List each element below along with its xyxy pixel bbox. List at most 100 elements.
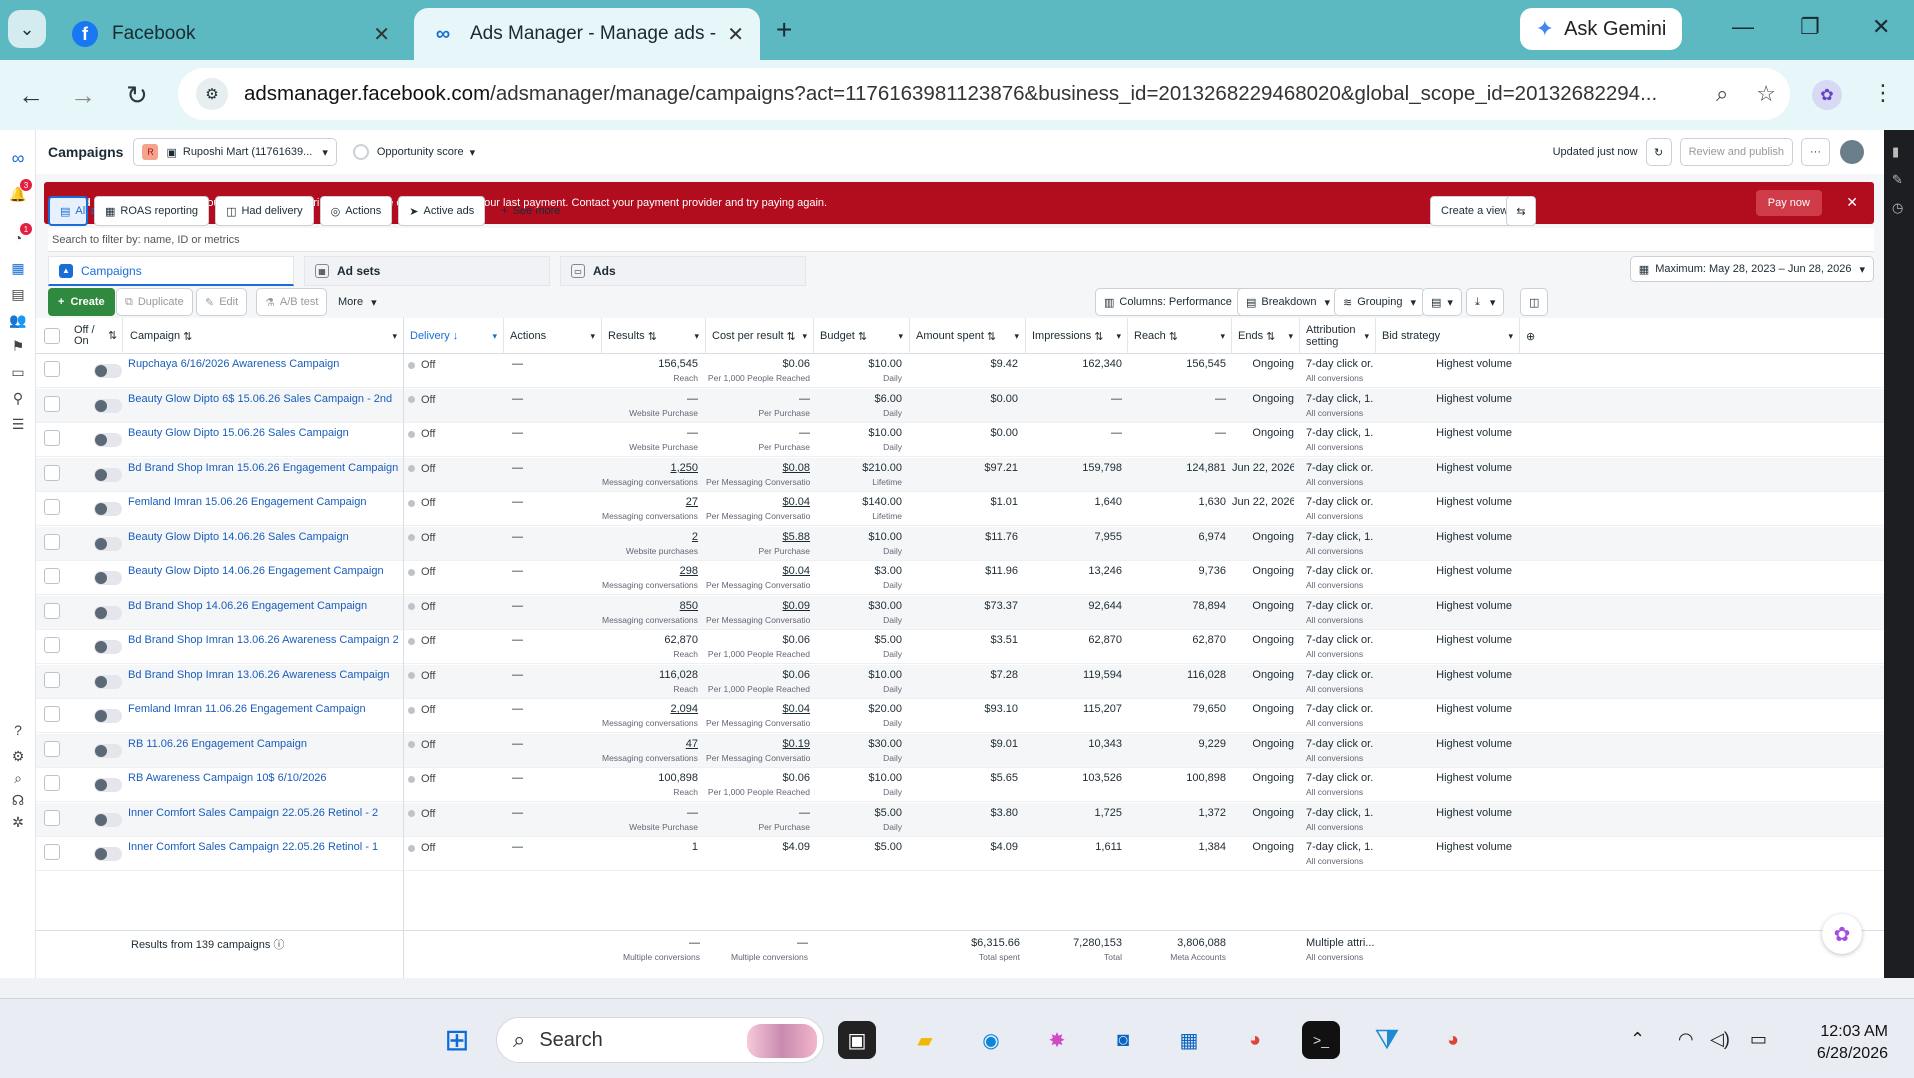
table-row[interactable]: Bd Brand Shop Imran 13.06.26 Awareness C… [36, 664, 1884, 699]
campaign-name[interactable]: Inner Comfort Sales Campaign 22.05.26 Re… [128, 807, 398, 820]
table-row[interactable]: Beauty Glow Dipto 14.06.26 Engagement Ca… [36, 561, 1884, 595]
table-row[interactable]: RB 11.06.26 Engagement Campaign Off — 47 Mes… [36, 733, 1884, 768]
column-amount-spent[interactable]: Amount spent ⇅ ▾ [910, 318, 1026, 354]
row-checkbox[interactable] [44, 430, 60, 446]
results-value[interactable]: 2 [692, 531, 698, 543]
campaign-toggle[interactable] [94, 743, 122, 758]
table-row[interactable]: Bd Brand Shop Imran 13.06.26 Awareness C… [36, 630, 1884, 664]
more-button[interactable]: More ▾ [330, 288, 385, 316]
column-impressions[interactable]: Impressions ⇅ ▾ [1026, 318, 1128, 354]
restore-icon[interactable]: ❐ [1800, 14, 1820, 40]
url-text[interactable]: adsmanager.facebook.com/adsmanager/manag… [244, 82, 1702, 106]
campaign-name[interactable]: Beauty Glow Dipto 6$ 15.06.26 Sales Camp… [128, 393, 398, 406]
table-row[interactable]: Bd Brand Shop Imran 15.06.26 Engagement … [36, 457, 1884, 492]
taskbar-clock[interactable]: 12:03 AM 6/28/2026 [1817, 1021, 1888, 1065]
column-ends[interactable]: Ends ⇅ ▾ [1232, 318, 1300, 354]
results-value[interactable]: 298 [680, 565, 698, 577]
edge-icon[interactable]: ◉ [972, 1021, 1010, 1059]
pay-now-button[interactable]: Pay now [1755, 190, 1822, 216]
row-checkbox[interactable] [44, 533, 60, 550]
campaign-toggle[interactable] [94, 364, 122, 378]
budget-cell[interactable]: $20.00 Daily [814, 703, 902, 730]
audiences-icon[interactable]: 👥 [8, 310, 28, 330]
campaign-toggle[interactable] [94, 536, 122, 551]
table-row[interactable]: Beauty Glow Dipto 6$ 15.06.26 Sales Camp… [36, 388, 1884, 423]
bug-report-icon[interactable]: ✲ [8, 812, 28, 832]
row-checkbox[interactable] [44, 740, 60, 757]
chrome-profile-icon[interactable]: ◕ [1434, 1021, 1472, 1059]
filter-actions[interactable]: ◎ Actions [319, 196, 393, 226]
column-bid-strategy[interactable]: Bid strategy ▾ [1376, 318, 1520, 354]
table-row[interactable]: Inner Comfort Sales Campaign 22.05.26 Re… [36, 802, 1884, 837]
ads-manager-icon[interactable]: ▦ [8, 258, 28, 278]
row-checkbox[interactable] [44, 844, 60, 860]
results-value[interactable]: 47 [686, 738, 698, 750]
volume-icon[interactable]: ◁) [1710, 1029, 1730, 1050]
campaign-toggle[interactable] [94, 847, 122, 861]
results-value[interactable]: 1,250 [670, 462, 698, 474]
budget-cell[interactable]: $10.00 Daily [814, 531, 902, 558]
table-row[interactable]: RB Awareness Campaign 10$ 6/10/2026 Off — 1… [36, 768, 1884, 802]
cpr-value[interactable]: $4.09 [782, 841, 810, 853]
battery-icon[interactable]: ▭ [1750, 1029, 1767, 1050]
create-button[interactable]: + Create [48, 288, 115, 316]
cpr-value[interactable]: $0.06 [782, 634, 810, 646]
column-off-on[interactable]: Off / On ⇅ [68, 318, 123, 354]
results-value[interactable]: 156,545 [658, 358, 698, 370]
notifications-icon[interactable]: 🔔 3 [8, 179, 32, 204]
campaign-name[interactable]: Rupchaya 6/16/2026 Awareness Campaign [128, 358, 398, 371]
select-all-checkbox[interactable] [44, 328, 60, 344]
campaign-name[interactable]: Bd Brand Shop Imran 13.06.26 Awareness C… [128, 634, 398, 647]
browser-tab-ads-manager[interactable]: ∞ Ads Manager - Manage ads - C ✕ [414, 8, 760, 60]
more-options-button[interactable]: ··· [1801, 138, 1830, 166]
all-tools-icon[interactable]: ☰ [8, 414, 28, 434]
campaign-toggle[interactable] [94, 778, 122, 792]
breakdown-button[interactable]: ▤ Breakdown ▾ [1237, 288, 1339, 316]
avatar[interactable] [1840, 140, 1864, 164]
terminal-icon[interactable]: >_ [1302, 1021, 1340, 1059]
campaign-name[interactable]: Bd Brand Shop Imran 13.06.26 Awareness C… [128, 669, 398, 682]
campaign-name[interactable]: Femland Imran 15.06.26 Engagement Campai… [128, 496, 398, 509]
copilot-icon[interactable]: ✸ [1038, 1021, 1076, 1059]
search-icon[interactable]: ⌕ [8, 768, 28, 788]
table-row[interactable]: Bd Brand Shop 14.06.26 Engagement Campai… [36, 595, 1884, 630]
tray-chevron-up-icon[interactable]: ⌃ [1630, 1029, 1645, 1050]
table-row[interactable]: Femland Imran 15.06.26 Engagement Campai… [36, 492, 1884, 526]
store-icon[interactable]: ▦ [1170, 1021, 1208, 1059]
vscode-icon[interactable]: ⧩ [1368, 1021, 1406, 1059]
account-selector[interactable]: R ▣ Ruposhi Mart (11761639... ▾ [133, 138, 337, 166]
table-row[interactable]: Rupchaya 6/16/2026 Awareness Campaign Off… [36, 354, 1884, 388]
browser-menu-icon[interactable]: ⋮ [1872, 80, 1894, 106]
results-value[interactable]: — [687, 393, 698, 405]
campaign-toggle[interactable] [94, 709, 122, 723]
campaign-toggle[interactable] [94, 502, 122, 516]
meta-logo-icon[interactable]: ∞ [8, 148, 28, 168]
budget-cell[interactable]: $10.00 Daily [814, 427, 902, 454]
address-bar[interactable]: ⚙ adsmanager.facebook.com/adsmanager/man… [178, 68, 1790, 120]
results-value[interactable]: 100,898 [658, 772, 698, 784]
budget-cell[interactable]: $140.00 Lifetime [814, 496, 902, 523]
business-icon[interactable]: ⚲ [8, 388, 28, 408]
export-button[interactable]: ⤓ ▾ [1466, 288, 1505, 316]
columns-button[interactable]: ▥Columns: Performance▾ [1095, 288, 1255, 316]
row-checkbox[interactable] [44, 361, 60, 377]
column-reach[interactable]: Reach ⇅ ▾ [1128, 318, 1232, 354]
windows-start-icon[interactable]: ⊞ [438, 1021, 476, 1059]
budget-cell[interactable]: $210.00 Lifetime [814, 462, 902, 489]
column-actions[interactable]: Actions ▾ [504, 318, 602, 354]
campaign-toggle[interactable] [94, 674, 122, 689]
row-checkbox[interactable] [44, 602, 60, 619]
budget-cell[interactable]: $10.00 Daily [814, 358, 902, 385]
assistant-fab-icon[interactable]: ✿ [1822, 914, 1862, 954]
column-campaign[interactable]: Campaign ⇅ ▾ [124, 318, 404, 354]
reports-button[interactable]: ▤ ▾ [1422, 288, 1462, 316]
row-checkbox[interactable] [44, 671, 60, 688]
cpr-value[interactable]: $0.19 [782, 738, 810, 750]
results-value[interactable]: 1 [692, 841, 698, 853]
grouping-button[interactable]: ≋ Grouping ▾ [1334, 288, 1426, 316]
row-checkbox[interactable] [44, 706, 60, 722]
zoom-icon[interactable]: ⌕ [1716, 81, 1728, 107]
campaign-name[interactable]: Beauty Glow Dipto 15.06.26 Sales Campaig… [128, 427, 398, 440]
campaign-toggle[interactable] [94, 571, 122, 585]
column-attribution-setting[interactable]: Attribution setting ▾ [1300, 318, 1376, 354]
